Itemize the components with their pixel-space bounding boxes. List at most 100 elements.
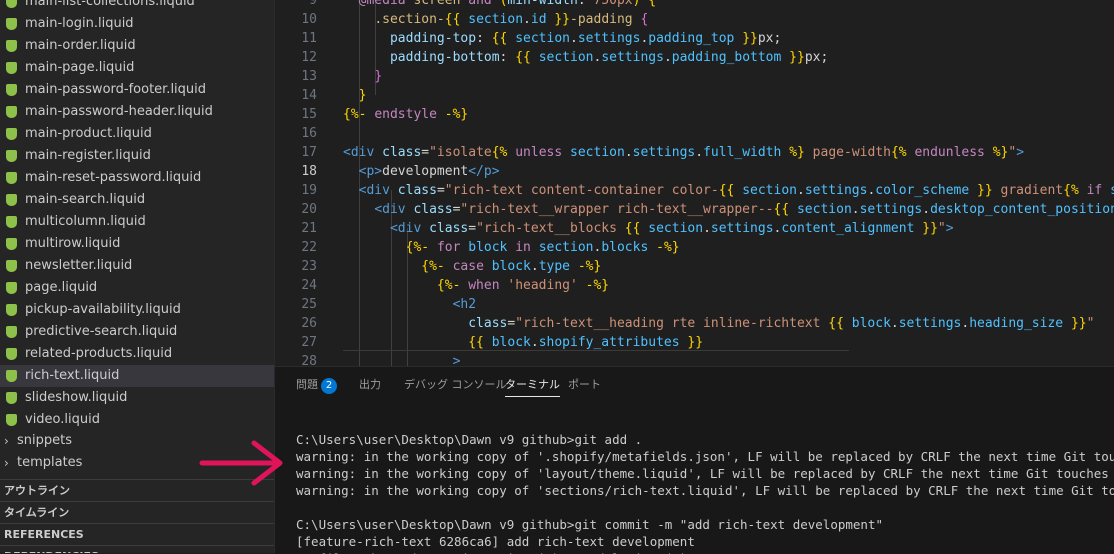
problems-count-badge: 2 — [321, 378, 337, 394]
liquid-file-icon — [6, 304, 17, 316]
file-label: multirow.liquid — [25, 236, 121, 251]
file-label: main-list-collections.liquid — [25, 0, 195, 9]
liquid-file-icon — [6, 0, 17, 8]
scroll-shadow — [343, 350, 849, 351]
liquid-file-icon — [6, 194, 17, 206]
file-item[interactable]: pickup-availability.liquid — [0, 299, 274, 321]
file-label: main-page.liquid — [25, 60, 135, 75]
code-text: {%- case block.type -%} — [421, 259, 602, 274]
file-item[interactable]: multicolumn.liquid — [0, 211, 274, 233]
references-section-header[interactable]: REFERENCES — [0, 523, 274, 544]
line-number: 27 — [301, 335, 317, 350]
line-number: 22 — [301, 240, 317, 255]
code-line: 19 <div class="rich-text content-contain… — [275, 181, 1114, 200]
code-text: class="rich-text__heading rte inline-ric… — [468, 316, 1095, 331]
file-item[interactable]: main-search.liquid — [0, 189, 274, 211]
file-item[interactable]: main-password-header.liquid — [0, 101, 274, 123]
code-text: {%- when 'heading' -%} — [436, 278, 610, 293]
file-label: slideshow.liquid — [25, 390, 128, 405]
file-item[interactable]: main-product.liquid — [0, 123, 274, 145]
line-number: 20 — [301, 202, 317, 217]
code-text: <div class="rich-text content-container … — [358, 183, 1114, 198]
line-number: 15 — [301, 107, 317, 122]
liquid-file-icon — [6, 326, 17, 338]
line-number-current: 18 — [301, 164, 317, 179]
file-item[interactable]: main-list-collections.liquid — [0, 0, 274, 13]
file-item[interactable]: page.liquid — [0, 277, 274, 299]
liquid-file-icon — [6, 62, 17, 74]
file-item[interactable]: main-register.liquid — [0, 145, 274, 167]
file-item[interactable]: video.liquid — [0, 409, 274, 431]
code-line: 12 padding-bottom: {{ section.settings.p… — [275, 48, 1114, 67]
file-item[interactable]: main-login.liquid — [0, 13, 274, 35]
liquid-file-icon — [6, 282, 17, 294]
code-line: 10 .section-{{ section.id }}-padding { — [275, 10, 1114, 29]
terminal-line: C:\Users\user\Desktop\Dawn v9 github>git… — [296, 517, 883, 532]
line-number: 24 — [301, 278, 317, 293]
file-item[interactable]: slideshow.liquid — [0, 387, 274, 409]
line-number: 21 — [301, 221, 317, 236]
tab-output[interactable]: 出力 — [359, 377, 381, 393]
code-text: {%- for block in section.blocks -%} — [405, 240, 680, 255]
terminal-line: C:\Users\user\Desktop\Dawn v9 github>git… — [296, 432, 643, 447]
line-number: 17 — [301, 145, 317, 160]
file-label: multicolumn.liquid — [25, 214, 146, 229]
code-text: <div class="rich-text__wrapper rich-text… — [374, 202, 1114, 217]
file-item[interactable]: main-page.liquid — [0, 57, 274, 79]
liquid-file-icon — [6, 150, 17, 162]
liquid-file-icon — [6, 238, 17, 250]
code-text: <div class="rich-text__blocks {{ section… — [389, 221, 954, 236]
liquid-file-icon — [6, 84, 17, 96]
timeline-section-header[interactable]: タイムライン — [0, 501, 274, 522]
file-label: predictive-search.liquid — [25, 324, 178, 339]
terminal-line: [feature-rich-text 6286ca6] add rich-tex… — [296, 534, 695, 549]
code-text: padding-bottom: {{ section.settings.padd… — [389, 50, 829, 65]
tab-label: 問題 — [296, 378, 318, 391]
liquid-file-icon — [6, 172, 17, 184]
tab-problems[interactable]: 問題 2 — [296, 377, 337, 394]
file-label: main-product.liquid — [25, 126, 152, 141]
file-item[interactable]: main-password-footer.liquid — [0, 79, 274, 101]
code-text: .section-{{ section.id }}-padding { — [374, 12, 649, 27]
file-item[interactable]: related-products.liquid — [0, 343, 274, 365]
code-line: 13 } — [275, 67, 1114, 86]
liquid-file-icon — [6, 260, 17, 272]
code-line: 23 {%- case block.type -%} — [275, 257, 1114, 276]
file-label: pickup-availability.liquid — [25, 302, 181, 317]
line-number: 16 — [301, 126, 317, 141]
file-item[interactable]: main-order.liquid — [0, 35, 274, 57]
file-item[interactable]: multirow.liquid — [0, 233, 274, 255]
file-item[interactable]: main-reset-password.liquid — [0, 167, 274, 189]
terminal-line: warning: in the working copy of 'layout/… — [296, 466, 1114, 481]
file-label: related-products.liquid — [25, 346, 173, 361]
dependencies-section-header[interactable]: DEPENDENCIES — [0, 545, 274, 553]
annotation-arrow-icon — [199, 440, 283, 486]
folder-label: templates — [17, 455, 83, 470]
code-editor[interactable]: 9 @media screen and (min-width: 750px) {… — [275, 0, 1114, 366]
liquid-file-icon — [6, 216, 17, 228]
code-text: > — [452, 354, 461, 366]
file-label: main-order.liquid — [25, 38, 136, 53]
chevron-right-icon: › — [4, 456, 9, 470]
tab-terminal[interactable]: ターミナル — [505, 377, 560, 397]
file-label: main-password-header.liquid — [25, 104, 213, 119]
file-item[interactable]: predictive-search.liquid — [0, 321, 274, 343]
chevron-right-icon: › — [4, 434, 9, 448]
tab-ports[interactable]: ポート — [568, 377, 601, 393]
file-label: video.liquid — [25, 412, 100, 427]
line-number: 12 — [301, 50, 317, 65]
line-number: 10 — [301, 12, 317, 27]
file-item[interactable]: rich-text.liquid — [0, 365, 274, 387]
file-label: page.liquid — [25, 280, 98, 295]
file-label: newsletter.liquid — [25, 258, 133, 273]
code-text: } — [358, 88, 367, 103]
file-label: main-login.liquid — [25, 16, 134, 31]
terminal-line: warning: in the working copy of '.shopif… — [296, 449, 1114, 464]
tab-debug-console[interactable]: デバッグ コンソール — [404, 377, 507, 393]
file-item[interactable]: newsletter.liquid — [0, 255, 274, 277]
line-number: 26 — [301, 316, 317, 331]
file-label: main-reset-password.liquid — [25, 170, 202, 185]
liquid-file-icon — [6, 392, 17, 404]
code-line: 16 — [275, 124, 1114, 143]
code-line: 9 @media screen and (min-width: 750px) { — [275, 0, 1114, 10]
